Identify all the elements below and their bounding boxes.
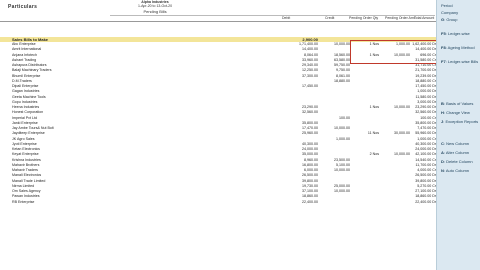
sidebar-button-14[interactable]: C: New Column [439, 140, 480, 148]
sidebar-button-label: : Exception Reports [443, 119, 479, 124]
column-header-divider [0, 21, 436, 22]
sidebar-button-label: Period [441, 3, 453, 8]
sidebar-button-12[interactable]: J: Exception Reports [439, 118, 480, 126]
sidebar-button-label: : Basis of Values [443, 101, 474, 106]
sidebar-button-15[interactable]: A: Alter Column [439, 149, 480, 157]
sidebar-button-label: Company [441, 10, 459, 15]
sidebar-button-label: : Auto Column [443, 168, 470, 173]
column-header-debit: Debit [282, 15, 291, 20]
app-root: Particulars Alpha Industries 1-Apr-20 to… [0, 0, 480, 270]
sidebar-button-label: : Change View [443, 110, 470, 115]
group-name: Sales Bills to Make [12, 36, 49, 42]
table-row[interactable]: RB Enterprise 22,400.00 22,400.00 Dr [0, 200, 436, 205]
column-header-credit: Credit [325, 15, 335, 20]
sidebar-button-11[interactable]: H: Change View [439, 109, 480, 117]
sidebar-button-label: : Ledger-wise [445, 31, 470, 36]
column-header-total-amount: Total Amount [414, 15, 435, 20]
group-debit: 2,900.00 [302, 36, 318, 42]
sidebar-button-13[interactable] [439, 127, 480, 135]
particulars-header: Particulars [8, 4, 38, 10]
sidebar-button-17[interactable]: N: Auto Column [439, 167, 480, 175]
sidebar-button-10[interactable]: B: Basis of Values [439, 100, 480, 108]
column-header-pending-order-qty: Pending Order Qty [349, 15, 379, 20]
column-header-pending-order-amt: Pending Order Amt [385, 15, 415, 20]
pending-bills-report: Particulars Alpha Industries 1-Apr-20 to… [0, 0, 436, 270]
report-title: Pending Bills [143, 9, 167, 14]
sidebar-button-9[interactable] [439, 65, 480, 73]
button-bar: Period Company G: Group F5: Ledger-wise F8: … [436, 0, 480, 270]
sidebar-button-label: : Delete Column [443, 159, 473, 164]
sidebar-button-label: : New Column [443, 141, 470, 146]
sidebar-button-label: : Group [444, 17, 458, 22]
cell-debit: 22,400.00 [302, 199, 318, 204]
cell-tot: 22,400.00 Dr [415, 199, 436, 204]
sidebar-button-label: : Ledger-wise Bills [445, 59, 479, 64]
sidebar-button-16[interactable]: D: Delete Column [439, 158, 480, 166]
highlight-box [350, 40, 436, 64]
sidebar-button-label: : Ageing Method [445, 45, 475, 50]
report-period: 1-Apr-20 to 13-Oct-20 [137, 4, 173, 8]
cell-name: RB Enterprise [12, 199, 35, 204]
sidebar-button-label: : Alter Column [443, 150, 470, 155]
